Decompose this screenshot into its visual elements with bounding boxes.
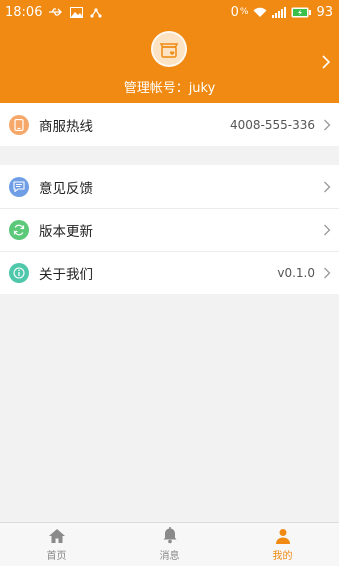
settings-group: 意见反馈 版本更新 关于我们 v0.1.0	[0, 165, 339, 294]
signal-icon	[272, 6, 287, 18]
chat-icon	[9, 176, 29, 197]
status-left: 18:06	[5, 4, 103, 20]
bottom-tab-bar: 首页 消息 我的	[0, 522, 339, 566]
tab-messages[interactable]: 消息	[113, 523, 226, 566]
chevron-right-icon[interactable]	[321, 54, 331, 70]
battery-level: 93	[316, 4, 333, 20]
about-row[interactable]: 关于我们 v0.1.0	[0, 251, 339, 294]
usb-icon	[49, 7, 63, 17]
battery-icon	[291, 7, 312, 18]
chevron-right-icon	[324, 224, 331, 236]
hotline-number: 4008-555-336	[229, 117, 315, 132]
net-rate: 0	[230, 4, 239, 20]
status-time: 18:06	[5, 4, 43, 20]
status-bar: 18:06 0 % 93	[0, 0, 339, 24]
profile-card[interactable]: 管理帐号：juky	[0, 24, 339, 103]
account-label: 管理帐号：juky	[123, 81, 216, 96]
net-rate-unit: %	[239, 7, 249, 17]
info-icon	[9, 263, 29, 283]
refresh-icon	[9, 220, 29, 240]
person-icon	[275, 528, 290, 544]
chevron-right-icon	[324, 181, 331, 192]
chevron-right-icon	[324, 119, 331, 130]
hotline-group: 商服热线 4008-555-336	[0, 103, 339, 146]
feedback-label: 意见反馈	[39, 180, 93, 197]
status-right: 0 % 93	[231, 5, 333, 20]
tab-messages-label: 消息	[159, 551, 180, 562]
hotline-row[interactable]: 商服热线 4008-555-336	[0, 103, 339, 146]
image-icon	[70, 6, 84, 18]
tab-mine[interactable]: 我的	[226, 523, 339, 566]
feedback-row[interactable]: 意见反馈	[0, 165, 339, 208]
hotline-label: 商服热线	[39, 118, 93, 135]
update-row[interactable]: 版本更新	[0, 208, 339, 251]
home-icon	[48, 528, 65, 543]
tab-home[interactable]: 首页	[0, 523, 113, 566]
tab-home-label: 首页	[46, 550, 67, 562]
tab-mine-label: 我的	[272, 550, 293, 562]
wifi-icon	[253, 7, 267, 18]
chevron-right-icon	[324, 267, 331, 279]
about-label: 关于我们	[39, 267, 93, 283]
shop-avatar-icon[interactable]	[151, 31, 187, 67]
update-label: 版本更新	[39, 224, 93, 240]
header: 18:06 0 % 93 管理帐号：juky	[0, 0, 339, 103]
app-version: v0.1.0	[277, 266, 315, 280]
phone-icon	[9, 114, 29, 135]
share-icon	[90, 7, 103, 18]
bell-icon	[163, 527, 176, 544]
